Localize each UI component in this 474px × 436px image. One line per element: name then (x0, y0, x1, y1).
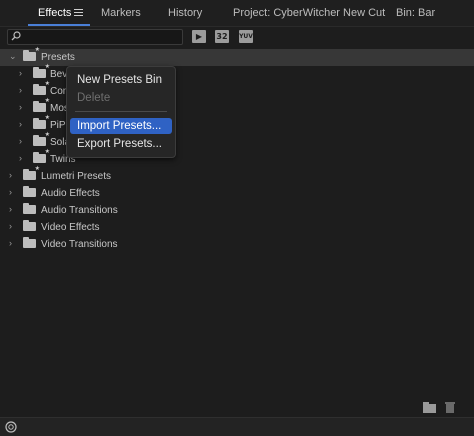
tree-item-label: Lumetri Presets (41, 171, 112, 182)
tree-item-video-transitions[interactable]: › Video Transitions (0, 236, 474, 253)
chevron-right-icon[interactable]: › (9, 205, 17, 214)
tree-item-audio-effects[interactable]: › Audio Effects (0, 185, 474, 202)
chevron-right-icon[interactable]: › (9, 171, 17, 180)
preset-folder-icon (33, 80, 50, 95)
chevron-down-icon[interactable]: ⌄ (9, 52, 17, 61)
menu-item-import-presets[interactable]: Import Presets... (70, 118, 172, 134)
tree-item-video-effects[interactable]: › Video Effects (0, 219, 474, 236)
tree-item-label: PiP (50, 120, 66, 131)
new-bin-icon[interactable] (423, 402, 436, 413)
tree-item-label: Video Effects (41, 222, 100, 233)
chevron-right-icon[interactable]: › (9, 188, 17, 197)
tree-item-label: Audio Effects (41, 188, 100, 199)
tab-effects[interactable]: Effects (38, 7, 71, 19)
status-bar (0, 417, 474, 436)
preset-folder-icon (23, 46, 40, 61)
tree-item-label: Audio Transitions (41, 205, 118, 216)
32-bit-color-icon[interactable]: 32 (215, 30, 229, 43)
preset-folder-icon (33, 148, 50, 163)
creative-cloud-icon[interactable] (5, 421, 17, 433)
menu-item-export-presets[interactable]: Export Presets... (70, 136, 172, 152)
chevron-right-icon[interactable]: › (9, 222, 17, 231)
folder-icon (23, 203, 36, 214)
chevron-right-icon[interactable]: › (19, 103, 27, 112)
tree-item-label: Video Transitions (41, 239, 118, 250)
panel-footer (0, 398, 474, 416)
search-icon (11, 31, 21, 41)
chevron-right-icon[interactable]: › (19, 86, 27, 95)
tree-item-lumetri-presets[interactable]: › Lumetri Presets (0, 165, 474, 185)
preset-folder-icon (33, 114, 50, 129)
chevron-right-icon[interactable]: › (19, 137, 27, 146)
search-toolbar: ▶ 32 YUV (0, 26, 474, 47)
menu-item-delete[interactable]: Delete (70, 90, 172, 106)
tree-item-presets[interactable]: ⌄ Presets (0, 46, 474, 66)
chevron-right-icon[interactable]: › (19, 69, 27, 78)
menu-separator (75, 111, 167, 112)
tab-project[interactable]: Project: CyberWitcher New Cut (233, 7, 385, 19)
tab-markers[interactable]: Markers (101, 7, 141, 19)
folder-icon (23, 220, 36, 231)
preset-folder-icon (33, 97, 50, 112)
tab-bin[interactable]: Bin: Bar (396, 7, 435, 19)
preset-folder-icon (33, 131, 50, 146)
panel-menu-icon[interactable] (74, 9, 83, 16)
tree-item-audio-transitions[interactable]: › Audio Transitions (0, 202, 474, 219)
panel-tab-bar: Effects Markers History Project: CyberWi… (0, 0, 474, 27)
menu-item-new-presets-bin[interactable]: New Presets Bin (70, 72, 172, 88)
accelerated-effects-icon[interactable]: ▶ (192, 30, 206, 43)
chevron-right-icon[interactable]: › (9, 239, 17, 248)
folder-icon (23, 237, 36, 248)
context-menu: New Presets Bin Delete Import Presets...… (66, 66, 176, 158)
preset-folder-icon (23, 165, 40, 180)
trash-icon[interactable] (445, 401, 455, 413)
preset-folder-icon (33, 63, 50, 78)
chevron-right-icon[interactable]: › (19, 154, 27, 163)
yuv-effects-icon[interactable]: YUV (239, 30, 253, 43)
search-input[interactable] (7, 29, 183, 45)
chevron-right-icon[interactable]: › (19, 120, 27, 129)
tab-history[interactable]: History (168, 7, 202, 19)
tree-item-label: Bev (50, 69, 68, 80)
folder-icon (23, 186, 36, 197)
tree-item-label: Presets (41, 52, 75, 63)
